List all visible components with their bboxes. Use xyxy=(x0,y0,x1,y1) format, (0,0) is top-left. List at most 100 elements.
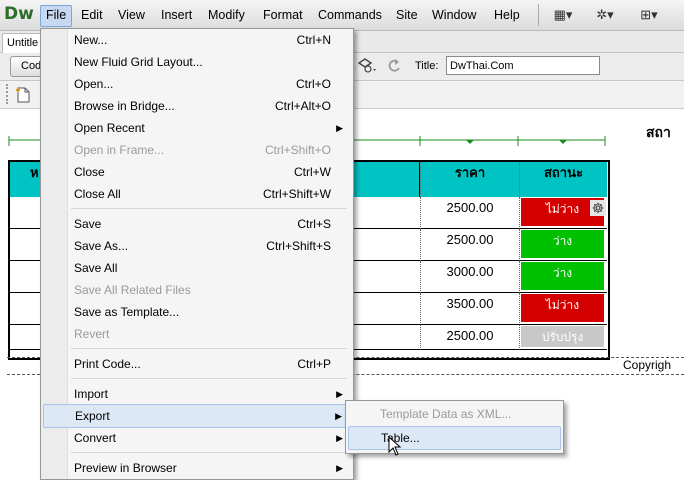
table-row-status-cell[interactable]: ปรับปรุง xyxy=(519,325,607,350)
menu-item-template-data-xml[interactable]: Template Data as XML... xyxy=(348,403,559,425)
menu-item-new[interactable]: New... Ctrl+N xyxy=(69,29,349,51)
menu-item-shortcut: Ctrl+Shift+O xyxy=(264,143,331,157)
menu-item-label: Browse in Bridge... xyxy=(74,99,175,113)
refresh-icon[interactable] xyxy=(386,57,402,75)
menu-item-label: Save as Template... xyxy=(74,305,180,319)
menu-item-open[interactable]: Open... Ctrl+O xyxy=(69,73,349,95)
submenu-arrow-icon: ▶ xyxy=(336,433,343,443)
copyright-text: Copyrigh xyxy=(623,358,672,372)
menu-item-close[interactable]: Close Ctrl+W xyxy=(69,161,349,183)
menu-help[interactable]: Help xyxy=(489,5,525,25)
toolbar-grip xyxy=(6,84,9,104)
menu-item-preview-in-browser[interactable]: Preview in Browser ▶ xyxy=(69,457,349,479)
menu-site[interactable]: Site xyxy=(391,5,423,25)
table-row-price[interactable]: 3500.00 xyxy=(420,293,520,325)
menu-item-label: Save All xyxy=(74,261,118,275)
table-row-price[interactable]: 2500.00 xyxy=(420,197,520,229)
menu-item-export[interactable]: Export ▶ xyxy=(43,404,349,428)
menu-item-label: Save xyxy=(74,217,102,231)
menu-bar: Dw File Edit View Insert Modify Format C… xyxy=(0,0,684,31)
menu-item-label: Save As... xyxy=(74,239,129,253)
menu-item-export-table[interactable]: Table... xyxy=(348,426,561,450)
menu-file[interactable]: File xyxy=(40,5,73,27)
site-heading: สถา xyxy=(646,125,671,141)
site-icon[interactable]: ⊞▾ xyxy=(634,5,664,25)
menu-item-save-all[interactable]: Save All xyxy=(69,257,349,279)
menu-item-shortcut: Ctrl+P xyxy=(297,357,331,371)
menu-item-convert[interactable]: Convert ▶ xyxy=(69,427,349,449)
menu-item-import[interactable]: Import ▶ xyxy=(69,383,349,405)
table-header-status: สถานะ xyxy=(519,162,607,197)
table-row-status-cell[interactable]: ว่าง xyxy=(519,261,607,293)
menu-item-open-recent[interactable]: Open Recent ▶ xyxy=(69,117,349,139)
gear-icon[interactable]: ✲▾ xyxy=(590,5,620,25)
menu-item-shortcut: Ctrl+Shift+S xyxy=(266,239,331,253)
status-badge: ไม่ว่าง xyxy=(521,294,604,322)
spry-widget-icon[interactable]: ☸ xyxy=(590,200,606,216)
menu-item-label: Close xyxy=(74,165,105,179)
table-row-price[interactable]: 2500.00 xyxy=(420,325,520,350)
layout-icon[interactable]: ▦▾ xyxy=(548,5,578,25)
menu-insert[interactable]: Insert xyxy=(156,5,197,25)
menu-item-label: New... xyxy=(74,33,108,47)
menu-item-label: Open in Frame... xyxy=(74,143,165,157)
menu-item-print-code[interactable]: Print Code... Ctrl+P xyxy=(69,353,349,375)
menu-item-shortcut: Ctrl+O xyxy=(295,77,331,91)
menubar-divider xyxy=(538,4,539,26)
menu-item-shortcut: Ctrl+Shift+W xyxy=(262,187,331,201)
file-menu: New... Ctrl+N New Fluid Grid Layout... Open… xyxy=(40,28,354,480)
table-row-status-cell[interactable]: ไม่ว่าง xyxy=(519,293,607,325)
menu-item-label: Convert xyxy=(74,431,117,445)
menu-format[interactable]: Format xyxy=(258,5,308,25)
menu-separator xyxy=(71,208,347,209)
title-label: Title: xyxy=(415,60,439,72)
menu-item-label: Print Code... xyxy=(74,357,141,371)
menu-item-shortcut: Ctrl+Alt+O xyxy=(274,99,331,113)
menu-item-label: Open... xyxy=(74,77,114,91)
menu-item-label: Preview in Browser xyxy=(74,461,177,475)
menu-item-shortcut: Ctrl+W xyxy=(294,165,331,179)
menu-item-label: Import xyxy=(74,387,109,401)
menu-item-save-as-template[interactable]: Save as Template... xyxy=(69,301,349,323)
menu-item-close-all[interactable]: Close All Ctrl+Shift+W xyxy=(69,183,349,205)
menu-item-shortcut: Ctrl+S xyxy=(297,217,331,231)
menu-commands[interactable]: Commands xyxy=(313,5,387,25)
menu-item-label: Open Recent xyxy=(74,121,145,135)
menu-view[interactable]: View xyxy=(113,5,150,25)
status-badge: ว่าง xyxy=(521,262,604,290)
preview-icon[interactable] xyxy=(356,57,378,75)
menu-window[interactable]: Window xyxy=(427,5,481,25)
menu-item-label: Save All Related Files xyxy=(74,283,191,297)
table-row-price[interactable]: 3000.00 xyxy=(420,261,520,293)
table-header-price: ราคา xyxy=(420,162,520,197)
menu-separator xyxy=(71,378,347,379)
menu-item-label: Close All xyxy=(74,187,121,201)
menu-item-shortcut: Ctrl+N xyxy=(296,33,331,47)
status-badge: ปรับปรุง xyxy=(521,326,604,347)
menu-item-browse-in-bridge[interactable]: Browse in Bridge... Ctrl+Alt+O xyxy=(69,95,349,117)
menu-item-label: New Fluid Grid Layout... xyxy=(74,55,203,69)
submenu-arrow-icon: ▶ xyxy=(336,463,343,473)
menu-edit[interactable]: Edit xyxy=(76,5,108,25)
dreamweaver-logo: Dw xyxy=(4,4,34,24)
menu-item-save-as[interactable]: Save As... Ctrl+Shift+S xyxy=(69,235,349,257)
new-document-icon[interactable] xyxy=(14,86,32,104)
export-submenu: Template Data as XML... Table... xyxy=(345,400,564,454)
status-badge: ว่าง xyxy=(521,230,604,258)
title-input[interactable] xyxy=(446,56,600,75)
mouse-cursor-icon xyxy=(388,436,402,456)
menu-item-save[interactable]: Save Ctrl+S xyxy=(69,213,349,235)
menu-item-new-fluid-grid-layout[interactable]: New Fluid Grid Layout... xyxy=(69,51,349,73)
submenu-arrow-icon: ▶ xyxy=(336,123,343,133)
menu-item-label: Export xyxy=(75,409,110,423)
menu-item-save-all-related-files[interactable]: Save All Related Files xyxy=(69,279,349,301)
menu-item-open-in-frame[interactable]: Open in Frame... Ctrl+Shift+O xyxy=(69,139,349,161)
menu-modify[interactable]: Modify xyxy=(203,5,250,25)
menu-separator xyxy=(71,348,347,349)
menu-item-label: Revert xyxy=(74,327,110,341)
menu-item-revert[interactable]: Revert xyxy=(69,323,349,345)
table-row-price[interactable]: 2500.00 xyxy=(420,229,520,261)
table-row-status-cell[interactable]: ว่าง xyxy=(519,229,607,261)
menu-separator xyxy=(71,452,347,453)
submenu-arrow-icon: ▶ xyxy=(335,411,342,421)
